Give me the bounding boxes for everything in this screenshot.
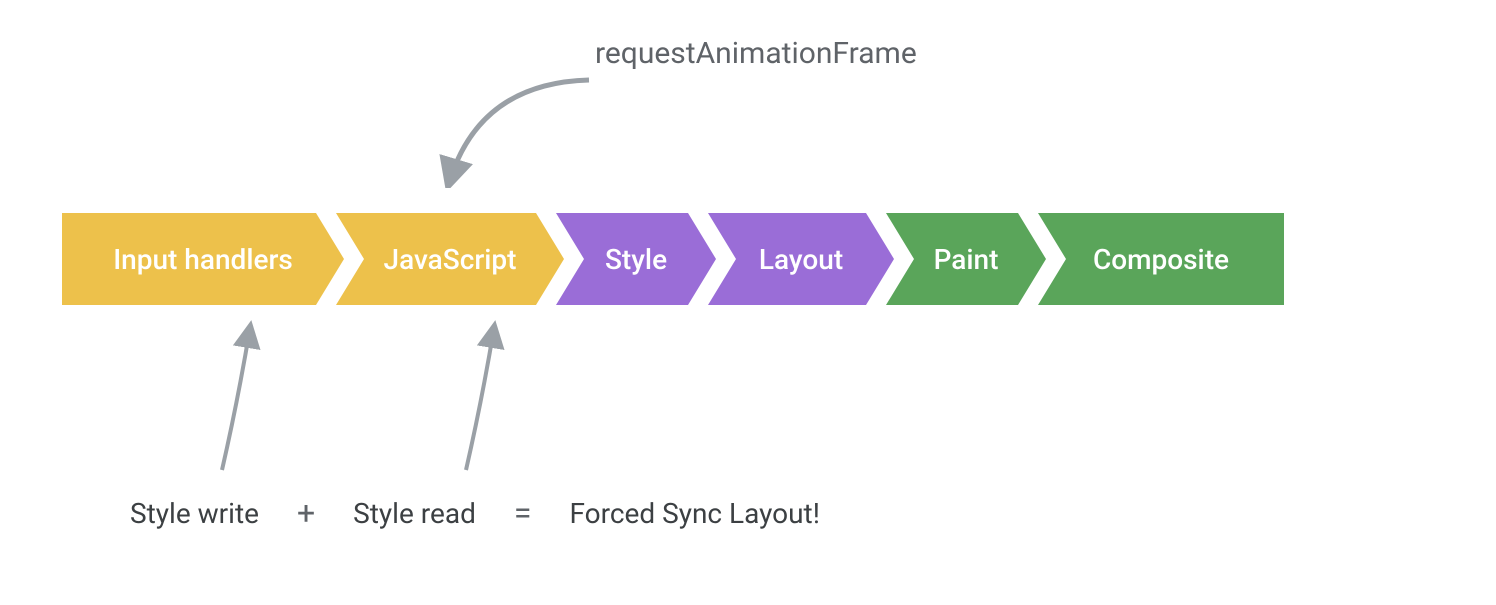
style-read-label: Style read xyxy=(353,497,476,530)
pipeline-stage-style: Style xyxy=(556,213,716,305)
pipeline-stage-paint: Paint xyxy=(886,213,1046,305)
bottom-equation: Style write + Style read = Forced Sync L… xyxy=(130,494,820,532)
arrow-bottom-left-icon xyxy=(210,320,270,475)
pipeline-stage-label: JavaScript xyxy=(384,243,517,276)
rendering-pipeline: Input handlers JavaScript Style Layout P… xyxy=(62,213,1276,305)
arrow-bottom-right-icon xyxy=(454,320,514,475)
top-annotation-label: requestAnimationFrame xyxy=(595,36,917,71)
pipeline-stage-layout: Layout xyxy=(708,213,894,305)
pipeline-stage-label: Paint xyxy=(934,243,999,276)
pipeline-stage-input-handlers: Input handlers xyxy=(62,213,344,305)
pipeline-stage-label: Input handlers xyxy=(113,243,293,276)
forced-sync-label: Forced Sync Layout! xyxy=(569,497,820,530)
pipeline-stage-label: Layout xyxy=(759,243,843,276)
equals-symbol: = xyxy=(514,494,532,532)
plus-symbol: + xyxy=(297,494,315,532)
pipeline-stage-label: Composite xyxy=(1093,243,1229,276)
arrow-top-curve-icon xyxy=(434,68,614,188)
pipeline-stage-label: Style xyxy=(605,243,667,276)
pipeline-stage-composite: Composite xyxy=(1038,213,1284,305)
style-write-label: Style write xyxy=(130,497,259,530)
pipeline-stage-javascript: JavaScript xyxy=(336,213,564,305)
